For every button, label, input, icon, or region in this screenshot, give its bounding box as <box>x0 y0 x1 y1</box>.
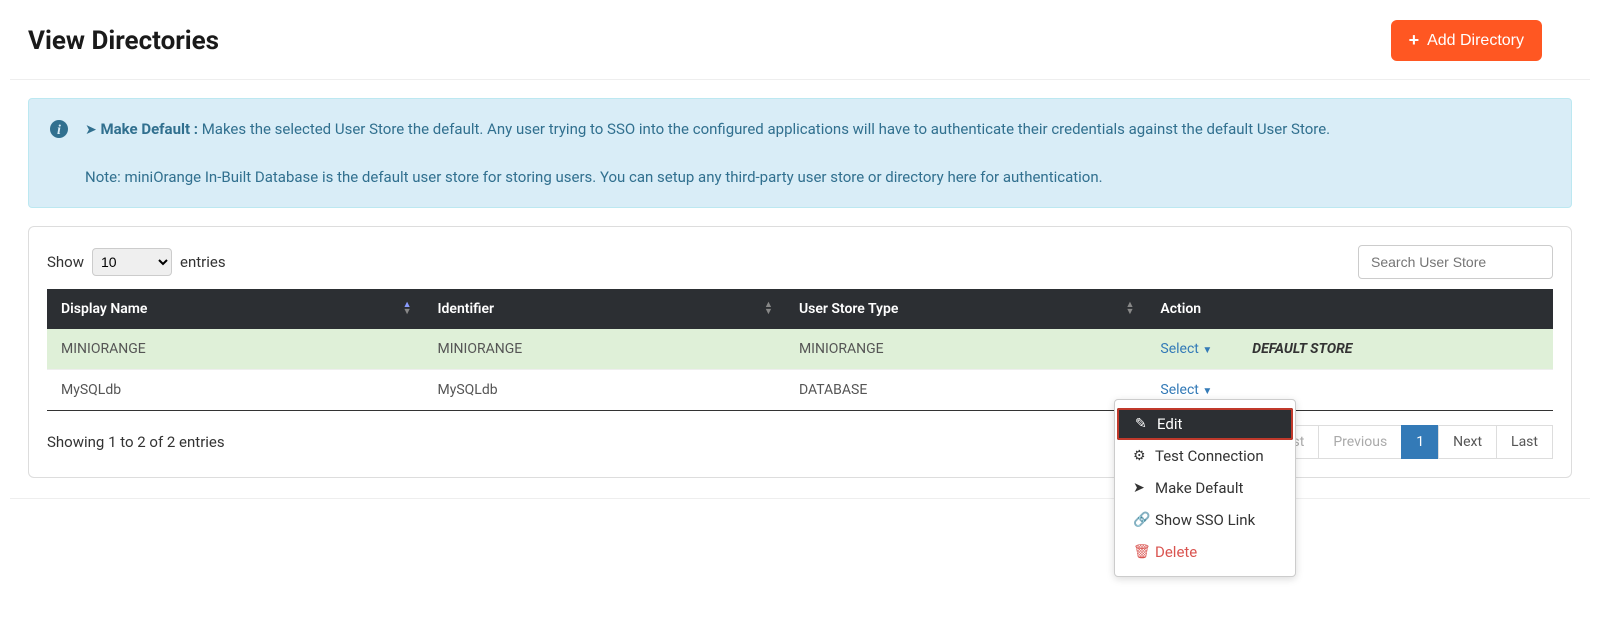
cell-identifier: MINIORANGE <box>424 329 785 370</box>
edit-icon: ✎ <box>1135 416 1149 432</box>
page-last[interactable]: Last <box>1496 425 1553 459</box>
select-label: Select <box>1160 341 1198 357</box>
chevron-down-icon: ▼ <box>1202 386 1212 397</box>
select-dropdown[interactable]: Select ▼ <box>1160 341 1212 357</box>
col-type-label: User Store Type <box>799 301 898 317</box>
default-store-badge: DEFAULT STORE <box>1252 341 1352 357</box>
col-action-label: Action <box>1160 301 1201 317</box>
dropdown-edit[interactable]: ✎ Edit <box>1117 408 1293 440</box>
make-default-text: Makes the selected User Store the defaul… <box>202 120 1330 138</box>
cell-display: MINIORANGE <box>47 329 424 370</box>
dropdown-test-connection[interactable]: ⚙ Test Connection <box>1115 440 1295 472</box>
info-make-default: ➤ Make Default : Makes the selected User… <box>85 117 1330 141</box>
directories-table: Display Name ▲▼ Identifier ▲▼ User Store… <box>47 289 1553 411</box>
dropdown-show-sso-link[interactable]: 🔗 Show SSO Link <box>1115 504 1295 536</box>
col-type[interactable]: User Store Type ▲▼ <box>785 289 1146 329</box>
entries-select[interactable]: 10 <box>92 248 172 276</box>
search-input[interactable] <box>1358 245 1553 279</box>
dropdown-sso-link-label: Show SSO Link <box>1155 511 1255 529</box>
cell-display: MySQLdb <box>47 370 424 411</box>
action-dropdown: ✎ Edit ⚙ Test Connection ➤ Make Default … <box>1114 399 1296 577</box>
trash-icon: 🗑 <box>1133 544 1147 560</box>
col-identifier[interactable]: Identifier ▲▼ <box>424 289 785 329</box>
cell-identifier: MySQLdb <box>424 370 785 411</box>
select-label: Select <box>1160 382 1198 398</box>
chevron-down-icon: ▼ <box>1202 345 1212 356</box>
add-directory-label: Add Directory <box>1427 32 1524 50</box>
dropdown-make-default-label: Make Default <box>1155 479 1243 497</box>
make-default-label: Make Default : <box>100 120 198 138</box>
plus-icon: + <box>1409 30 1420 51</box>
separator <box>10 79 1590 80</box>
page-next[interactable]: Next <box>1438 425 1497 459</box>
separator <box>10 498 1590 499</box>
link-icon: 🔗 <box>1133 512 1147 528</box>
dropdown-delete[interactable]: 🗑 Delete <box>1115 536 1295 568</box>
table-row: MySQLdb MySQLdb DATABASE Select ▼ <box>47 370 1553 411</box>
dropdown-delete-label: Delete <box>1155 543 1197 561</box>
show-label: Show <box>47 253 84 271</box>
add-directory-button[interactable]: + Add Directory <box>1391 20 1542 61</box>
directories-card: Show 10 entries Display Name ▲▼ Identifi… <box>28 226 1572 478</box>
page-title: View Directories <box>28 26 219 56</box>
table-footer-info: Showing 1 to 2 of 2 entries <box>47 433 225 451</box>
entries-label: entries <box>180 253 226 271</box>
select-dropdown[interactable]: Select ▼ <box>1160 382 1212 398</box>
pointer-icon: ➤ <box>85 122 97 138</box>
table-row: MINIORANGE MINIORANGE MINIORANGE Select … <box>47 329 1553 370</box>
pointer-icon: ➤ <box>1133 480 1147 496</box>
info-panel: i ➤ Make Default : Makes the selected Us… <box>28 98 1572 208</box>
sort-icon: ▲▼ <box>403 302 412 316</box>
dropdown-test-label: Test Connection <box>1155 447 1264 465</box>
page-previous[interactable]: Previous <box>1318 425 1402 459</box>
page-number[interactable]: 1 <box>1401 425 1439 459</box>
col-display-name-label: Display Name <box>61 301 147 317</box>
pagination: First Previous 1 Next Last <box>1263 425 1553 459</box>
dropdown-make-default[interactable]: ➤ Make Default <box>1115 472 1295 504</box>
info-icon: i <box>49 117 69 189</box>
info-note: Note: miniOrange In-Built Database is th… <box>85 165 1330 189</box>
gears-icon: ⚙ <box>1133 448 1147 464</box>
col-action: Action <box>1146 289 1553 329</box>
col-display-name[interactable]: Display Name ▲▼ <box>47 289 424 329</box>
col-identifier-label: Identifier <box>438 301 495 317</box>
sort-icon: ▲▼ <box>764 302 773 316</box>
dropdown-edit-label: Edit <box>1157 415 1182 433</box>
cell-type: DATABASE <box>785 370 1146 411</box>
cell-type: MINIORANGE <box>785 329 1146 370</box>
cell-action: Select ▼ DEFAULT STORE <box>1146 329 1553 370</box>
sort-icon: ▲▼ <box>1125 302 1134 316</box>
svg-text:i: i <box>57 123 61 138</box>
